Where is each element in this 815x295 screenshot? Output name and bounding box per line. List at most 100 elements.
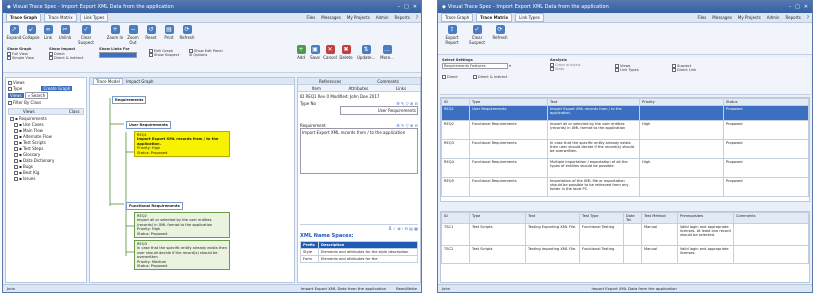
tree-item-issues[interactable]: ▪ Issues bbox=[8, 175, 84, 181]
node-requirements[interactable]: Requirements bbox=[112, 96, 147, 105]
node-req3[interactable]: REQ3 In case that the specific entity al… bbox=[134, 240, 230, 271]
tab-comments[interactable]: Comments bbox=[377, 79, 399, 84]
maximize-icon[interactable]: □ bbox=[795, 4, 800, 10]
close-icon[interactable]: ✕ bbox=[413, 4, 417, 10]
link-types-check[interactable]: Link Types bbox=[615, 68, 639, 72]
add-icon: + bbox=[296, 45, 306, 54]
node-req2[interactable]: REQ2 Import all or selected by the user … bbox=[134, 212, 230, 239]
settings-bar: Select Settings Requirements Features ▾ … bbox=[440, 57, 810, 95]
filter-by-class[interactable]: Filter By Class bbox=[8, 100, 84, 105]
type-radio[interactable]: Type Create Graph bbox=[8, 86, 84, 91]
show-links-for-group: Show Links For bbox=[99, 47, 137, 58]
edit-panel: References Comments Item Attributes Link… bbox=[297, 77, 421, 283]
show-suspect-option[interactable]: Show Suspect bbox=[149, 53, 179, 57]
refresh-button[interactable]: ⟳ Refresh bbox=[178, 25, 196, 40]
refresh-button[interactable]: ⟳ Refresh bbox=[491, 25, 509, 40]
table-row[interactable]: REQ5 Functional Requirements Importation o… bbox=[441, 177, 809, 197]
table-row[interactable]: TSC1 Test Scripts Testing Exporting XML Fi… bbox=[441, 223, 809, 246]
stats-option[interactable]: Stats bbox=[550, 67, 581, 71]
link-icon: ∞ bbox=[43, 25, 53, 34]
expand-button[interactable]: ↗ Expand bbox=[5, 25, 23, 40]
tab-link-types[interactable]: Link Types bbox=[515, 13, 544, 22]
show-impact-group: Show Impact Direct Direct & Indirect bbox=[49, 47, 84, 60]
simple-view-option[interactable]: Simple View bbox=[7, 56, 34, 60]
tab-impact-graph[interactable]: Impact Graph bbox=[124, 79, 155, 84]
chevron-down-icon[interactable]: ▾ bbox=[509, 64, 511, 68]
menu-admin[interactable]: Admin bbox=[767, 15, 780, 20]
views-button[interactable]: Views bbox=[8, 93, 24, 98]
table-row: Form Elements and attributes for the bbox=[299, 255, 418, 263]
add-button[interactable]: + Add bbox=[295, 45, 307, 60]
table-row[interactable]: REQ1 User Requirements Import Export XML r… bbox=[441, 105, 809, 121]
table-row[interactable]: REQ4 Functional Requirements Multiple impo… bbox=[441, 158, 809, 178]
menu-messages[interactable]: Messages bbox=[712, 15, 732, 20]
print-button[interactable]: ▤ Print bbox=[160, 25, 178, 40]
zoom-in-button[interactable]: + Zoom In bbox=[106, 25, 124, 40]
title-bar: ◆ Visual Trace Spec - Import Export XML … bbox=[438, 1, 812, 13]
collapse-button[interactable]: ↙ Collapse bbox=[22, 25, 40, 40]
node-functional-requirements[interactable]: Functional Requirements bbox=[126, 202, 183, 211]
direct-indirect-radio[interactable]: Direct & Indirect bbox=[472, 75, 507, 79]
expand-icon: ↗ bbox=[9, 25, 19, 34]
collapse-icon: ↙ bbox=[26, 25, 36, 34]
direct-link-check[interactable]: Direct Link bbox=[672, 68, 696, 72]
type-value[interactable]: User Requirements bbox=[340, 106, 418, 115]
tab-link-types[interactable]: Link Types bbox=[79, 13, 109, 22]
menu-files[interactable]: Files bbox=[698, 15, 707, 20]
menu-admin[interactable]: Admin bbox=[376, 15, 389, 20]
zoom-out-button[interactable]: − Zoom Out bbox=[124, 25, 142, 45]
more-button[interactable]: … More... bbox=[379, 45, 395, 60]
menu-my-projects[interactable]: My Projects bbox=[347, 15, 370, 20]
node-user-requirements[interactable]: User Requirements bbox=[126, 121, 171, 130]
subtab-item[interactable]: Item bbox=[312, 86, 321, 91]
clear-suspect-button[interactable]: ✓ Clear Suspect bbox=[75, 25, 97, 45]
select-settings-dropdown[interactable]: Requirements Features bbox=[442, 63, 508, 69]
subtab-attributes[interactable]: Attributes bbox=[349, 86, 369, 91]
node-req1[interactable]: REQ1 Import Export XML records from / to… bbox=[134, 131, 230, 158]
create-graph-button[interactable]: Create Graph bbox=[41, 86, 73, 91]
direct-radio[interactable]: Direct bbox=[442, 75, 458, 79]
export-report-button[interactable]: ⇪ Export Report bbox=[441, 25, 463, 45]
subtab-links[interactable]: Links bbox=[396, 86, 406, 91]
tab-references[interactable]: References bbox=[319, 79, 341, 84]
direct-indirect-option[interactable]: Direct & Indirect bbox=[49, 56, 83, 60]
menu-messages[interactable]: Messages bbox=[321, 15, 341, 20]
refresh-icon: ⟳ bbox=[495, 25, 505, 34]
menu-reports[interactable]: Reports bbox=[786, 15, 801, 20]
table-row[interactable]: REQ2 Functional Requirements Import all or… bbox=[441, 120, 809, 140]
menu-my-projects[interactable]: My Projects bbox=[738, 15, 761, 20]
clear-suspect-button[interactable]: ✓ Clear Suspect bbox=[466, 25, 488, 45]
tab-trace-graph[interactable]: Trace Graph bbox=[441, 13, 474, 22]
minimize-icon[interactable]: – bbox=[789, 4, 792, 10]
options-button[interactable]: ⚙ Options bbox=[189, 53, 223, 57]
reset-button[interactable]: ↺ Reset bbox=[142, 25, 160, 40]
close-icon[interactable]: ✕ bbox=[804, 4, 808, 10]
save-button[interactable]: ▣ Save bbox=[309, 45, 321, 60]
tab-trace-model[interactable]: Trace Model bbox=[93, 78, 123, 85]
tab-trace-matrix[interactable]: Trace Matrix bbox=[476, 13, 513, 22]
ribbon: ⇪ Export Report ✓ Clear Suspect ⟳ Refresh bbox=[438, 23, 812, 55]
help-icon[interactable]: ? bbox=[807, 15, 809, 20]
title-bar: ◆ Visual Trace Spec - Import Export XML … bbox=[3, 1, 421, 13]
maximize-icon[interactable]: □ bbox=[404, 4, 409, 10]
unlink-button[interactable]: ✂ Unlink bbox=[56, 25, 74, 40]
menu-files[interactable]: Files bbox=[307, 15, 316, 20]
item-info: ID REQ1 Rev 0 Modified: John Doe 2017 bbox=[300, 94, 380, 99]
table-row[interactable]: TSC2 Test Scripts Testing Importing XML Fi… bbox=[441, 245, 809, 264]
requirement-text[interactable]: Import Export XML records from / to the … bbox=[300, 128, 418, 174]
table-row[interactable]: REQ3 Functional Requirements In case that … bbox=[441, 139, 809, 159]
show-links-for-select[interactable] bbox=[99, 52, 137, 58]
update-button[interactable]: ⇅ Update... bbox=[357, 45, 375, 60]
trace-graph-window: ◆ Visual Trace Spec - Import Export XML … bbox=[2, 0, 422, 293]
update-icon: ⇅ bbox=[361, 45, 371, 54]
cancel-button[interactable]: ✕ Cancel bbox=[323, 45, 337, 60]
tab-trace-matrix[interactable]: Trace Matrix bbox=[44, 13, 77, 22]
views-radio[interactable]: Views bbox=[8, 80, 84, 85]
delete-button[interactable]: ✖ Delete bbox=[339, 45, 353, 60]
help-icon[interactable]: ? bbox=[416, 15, 418, 20]
tab-trace-graph[interactable]: Trace Graph bbox=[6, 13, 42, 22]
minimize-icon[interactable]: – bbox=[398, 4, 401, 10]
menu-reports[interactable]: Reports bbox=[395, 15, 410, 20]
search-button[interactable]: ⌕ Search bbox=[24, 92, 49, 99]
link-button[interactable]: ∞ Link bbox=[39, 25, 57, 40]
